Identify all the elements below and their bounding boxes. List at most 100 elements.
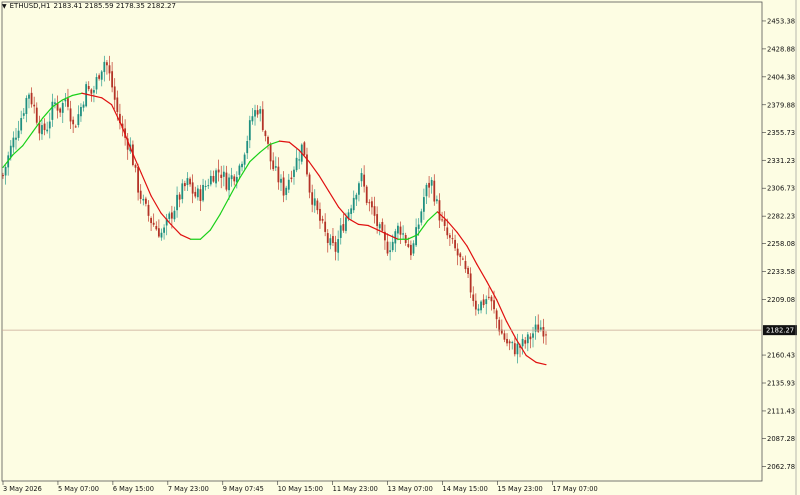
candle-body [464,260,467,270]
symbol-label: ETHUSD,H1 [9,2,51,10]
x-tick-label: 13 May 07:00 [388,485,433,493]
candle-body [12,137,15,148]
candle-body [64,99,67,102]
candle-body [202,184,204,201]
candle-body [215,170,217,184]
moving-average-segment [347,218,360,225]
candle-body [243,154,246,165]
y-tick-label: 2111.43 [767,407,795,415]
candle-body [311,192,314,205]
candle-body [334,242,337,252]
candle-body [308,174,311,193]
candle-body [467,267,469,274]
moving-average-segment [180,234,192,240]
candle-body [446,227,449,236]
candle-body [313,198,316,206]
moving-average-segment [525,354,537,363]
candle-body [373,206,376,216]
candle-body [90,89,93,94]
candle-body [67,98,69,107]
candle-body [134,164,137,168]
candle-body [113,86,116,100]
y-tick-label: 2135.93 [767,379,795,387]
candle-body [178,194,181,200]
candle-body [69,108,72,122]
candle-body [85,84,88,107]
candle-body [248,120,251,141]
candle-body [35,107,38,123]
candle-body [316,200,319,211]
candle-body [539,327,542,330]
candle-body [474,300,477,310]
y-tick-label: 2062.78 [767,463,795,471]
candle-body [72,119,75,125]
candle-body [417,224,420,229]
candle-body [181,183,184,200]
candle-body [199,189,202,201]
candle-body [428,182,430,188]
candle-body [534,324,537,332]
candle-body [259,109,262,114]
candle-body [251,116,254,122]
candle-body [532,333,534,338]
candle-body [61,102,64,113]
candle-body [451,238,454,240]
candle-body [529,336,532,340]
chart-area[interactable]: 2453.38 2428.88 2404.38 2379.88 2355.73 2331.… [0,0,800,495]
candle-body [376,214,379,227]
chart-header: ▼ ETHUSD,H1 2183.41 2185.59 2178.35 2182… [2,2,176,10]
candle-body [17,130,20,138]
candle-body [209,175,212,185]
candle-body [48,121,51,129]
x-tick-label: 9 May 07:45 [223,485,264,493]
candle-body [139,190,142,199]
moving-average-segment [91,94,103,99]
moving-average-segment [249,151,261,163]
candle-body [487,296,490,298]
candle-body [337,239,340,253]
candle-body [238,165,241,175]
x-tick-label: 3 May 2026 [3,485,42,493]
candle-body [150,218,152,224]
candle-body [157,228,160,237]
y-tick-label: 2331.23 [767,157,795,165]
candle-body [425,184,428,197]
candle-body [363,174,366,187]
candle-body [521,338,524,347]
candle-body [269,143,272,162]
candle-body [365,186,368,203]
candle-body [355,194,358,200]
candle-body [108,65,111,74]
moving-average-segment [120,124,132,151]
candle-body [516,343,519,355]
candle-body [409,244,412,256]
price-chart[interactable]: 2453.38 2428.88 2404.38 2379.88 2355.73 2331.… [0,0,800,495]
candle-body [524,340,527,344]
candle-body [142,198,145,201]
candle-body [30,92,33,105]
y-tick-label: 2355.73 [767,129,795,137]
candle-body [319,208,321,221]
candle-body [152,222,155,225]
moving-average-segment [71,92,83,97]
candle-body [472,294,475,301]
candle-body [2,175,4,177]
candle-body [103,61,106,73]
candle-body [82,104,85,108]
candle-body [391,241,394,251]
candle-body [170,212,173,219]
triangle-down-icon[interactable]: ▼ [2,3,7,10]
moving-average-segment [496,299,508,322]
candle-body [482,299,485,306]
candle-body [324,221,327,232]
moving-average-segment [41,106,53,119]
moving-average-segment [288,141,300,151]
candle-body [438,200,441,221]
candle-body [420,211,423,223]
candle-body [98,75,101,79]
candle-body [433,180,436,202]
moving-average-segment [150,195,162,214]
candle-body [93,90,95,93]
y-tick-label: 2453.38 [767,17,795,25]
candle-body [506,338,508,344]
